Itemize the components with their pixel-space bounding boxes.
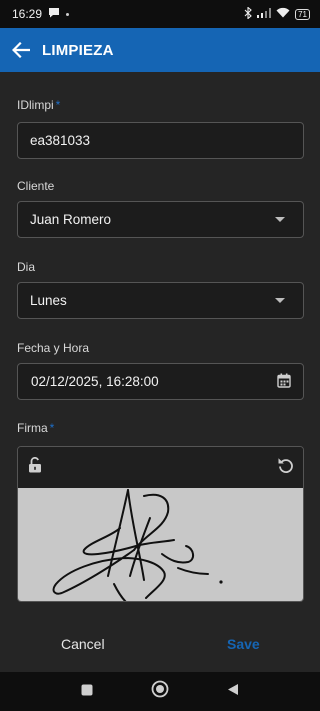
firma-label: Firma * <box>17 421 54 435</box>
idlimpi-field[interactable]: ea381033 <box>17 122 304 159</box>
dia-value: Lunes <box>30 293 67 308</box>
nav-square-icon[interactable] <box>81 683 93 701</box>
dia-label: Dia <box>17 260 35 274</box>
cliente-select[interactable]: Juan Romero <box>17 201 304 238</box>
fecha-hora-value: 02/12/2025, 16:28:00 <box>31 374 159 389</box>
idlimpi-label-text: IDlimpi <box>17 98 54 112</box>
chat-icon <box>48 7 60 21</box>
unlock-icon[interactable] <box>28 456 42 478</box>
status-right: 71 <box>244 5 310 22</box>
chevron-down-icon <box>275 298 285 303</box>
system-nav-bar <box>0 672 320 711</box>
signature-box <box>17 446 304 602</box>
save-button[interactable]: Save <box>227 636 260 652</box>
arrow-back-icon[interactable] <box>10 39 32 61</box>
fecha-hora-field[interactable]: 02/12/2025, 16:28:00 <box>17 363 304 400</box>
idlimpi-label: IDlimpi * <box>17 98 60 112</box>
undo-icon[interactable] <box>277 456 295 479</box>
nav-triangle-icon[interactable] <box>227 683 239 701</box>
signature-drawing <box>52 489 223 601</box>
battery-icon: 71 <box>295 8 310 20</box>
bluetooth-icon <box>244 5 252 22</box>
calendar-icon[interactable] <box>277 373 291 391</box>
signature-canvas[interactable] <box>18 488 303 601</box>
app-bar: LIMPIEZA <box>0 28 320 72</box>
status-time: 16:29 <box>12 7 43 21</box>
dia-select[interactable]: Lunes <box>17 282 304 319</box>
form-actions: Cancel Save <box>0 624 320 672</box>
wifi-icon <box>276 7 290 21</box>
idlimpi-value: ea381033 <box>30 133 91 148</box>
nav-circle-icon[interactable] <box>151 680 169 703</box>
cliente-value: Juan Romero <box>30 212 112 227</box>
signature-toolbar <box>18 447 303 488</box>
signal-icon <box>257 7 272 21</box>
fecha-hora-label: Fecha y Hora <box>17 341 89 355</box>
cancel-button[interactable]: Cancel <box>61 636 105 652</box>
cliente-label: Cliente <box>17 179 54 193</box>
fecha-hora-label-text: Fecha y Hora <box>17 341 90 355</box>
firma-label-text: Firma <box>17 421 48 435</box>
cliente-label-text: Cliente <box>17 179 55 193</box>
dot-icon <box>66 12 70 16</box>
chevron-down-icon <box>275 217 285 222</box>
dia-label-text: Dia <box>17 260 36 274</box>
required-mark: * <box>49 421 55 435</box>
required-mark: * <box>55 98 61 112</box>
page-title: LIMPIEZA <box>42 41 114 59</box>
status-bar: 16:29 71 <box>0 0 320 28</box>
status-left: 16:29 <box>12 7 70 21</box>
